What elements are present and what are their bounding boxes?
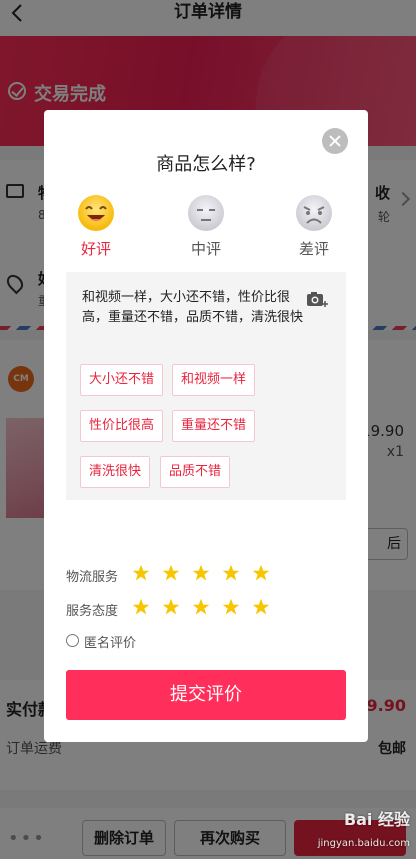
anonymous-radio[interactable]	[66, 634, 79, 647]
review-tag[interactable]: 品质不错	[160, 456, 231, 488]
rating-option-neutral[interactable]: 中评	[166, 194, 246, 259]
review-tag[interactable]: 性价比很高	[80, 410, 164, 442]
sad-face-icon	[296, 195, 332, 231]
star-icon[interactable]	[192, 598, 210, 616]
camera-icon[interactable]	[306, 290, 328, 308]
review-tag[interactable]: 清洗很快	[80, 456, 151, 488]
happy-face-icon	[78, 195, 114, 231]
anonymous-label: 匿名评价	[84, 636, 137, 651]
star-icon[interactable]	[222, 564, 240, 582]
review-text[interactable]: 和视频一样，大小还不错，性价比很高，重量还不错，品质不错，清洗很快	[82, 288, 308, 328]
review-input-area[interactable]: 和视频一样，大小还不错，性价比很高，重量还不错，品质不错，清洗很快 大小还不错 …	[66, 272, 346, 500]
star-icon[interactable]	[162, 598, 180, 616]
star-icon[interactable]	[252, 564, 270, 582]
watermark: Bai 经验	[343, 810, 410, 829]
score-label-logistics: 物流服务	[66, 570, 119, 585]
review-tag[interactable]: 大小还不错	[80, 364, 164, 396]
star-icon[interactable]	[132, 564, 150, 582]
star-icon[interactable]	[252, 598, 270, 616]
rating-label-neutral: 中评	[190, 240, 221, 258]
score-label-service: 服务态度	[66, 604, 119, 619]
modal-title: 商品怎么样?	[156, 154, 256, 175]
review-tag[interactable]: 重量还不错	[172, 410, 256, 442]
rating-label-good: 好评	[80, 240, 111, 258]
star-icon[interactable]	[162, 564, 180, 582]
review-modal: 商品怎么样? 好评 中评 差评 和视频一样，大小还不错，性价比很高，重量还不错，…	[44, 110, 368, 742]
star-icon[interactable]	[132, 598, 150, 616]
star-icon[interactable]	[222, 598, 240, 616]
submit-review-button[interactable]: 提交评价	[66, 670, 346, 720]
star-icon[interactable]	[192, 564, 210, 582]
rating-label-bad: 差评	[298, 240, 329, 258]
neutral-face-icon	[188, 195, 224, 231]
rating-option-bad[interactable]: 差评	[274, 194, 354, 259]
review-tag[interactable]: 和视频一样	[172, 364, 256, 396]
rating-option-good[interactable]: 好评	[56, 194, 136, 259]
watermark-url: jingyan.baidu.com	[317, 838, 410, 849]
